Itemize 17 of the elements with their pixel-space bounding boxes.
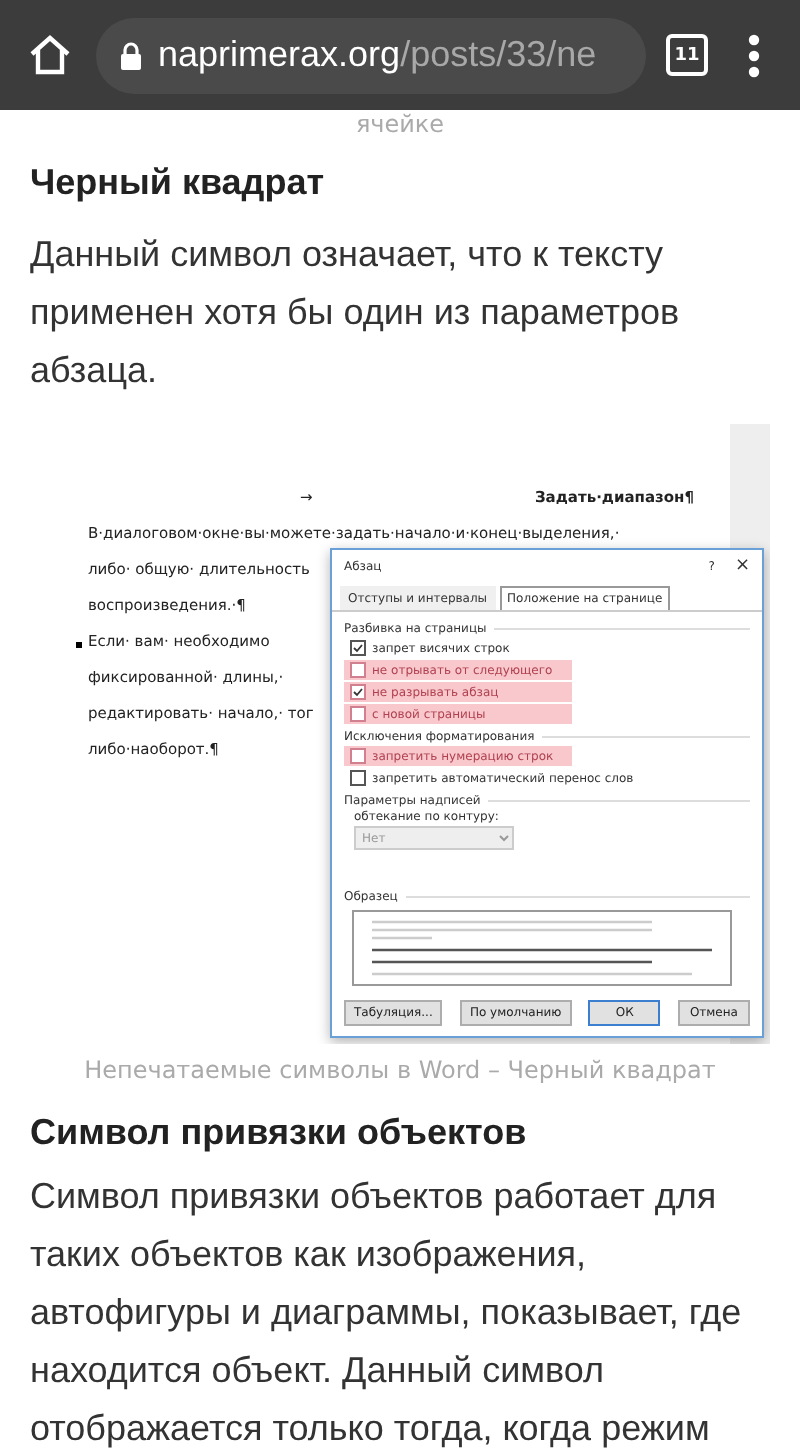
address-bar[interactable]: naprimerax.org/posts/33/ne	[96, 17, 646, 93]
caption-text: ячейке	[353, 110, 447, 138]
figure-caption: Непечатаемые символы в Word – Черный квадрат	[82, 1056, 718, 1084]
checkbox[interactable]	[350, 662, 366, 678]
paragraph: Данный символ означает, что к тексту применен хотя бы один из параметров абзаца.	[30, 232, 682, 394]
url-text: naprimerax.org/posts/33/ne	[158, 34, 597, 76]
checkbox[interactable]	[350, 640, 366, 656]
section-heading: Черный квадрат	[30, 160, 327, 206]
checkbox[interactable]	[350, 748, 366, 764]
section-heading: Символ привязки объектов	[30, 1110, 529, 1156]
checkbox[interactable]	[350, 770, 366, 786]
tab-count-button[interactable]: 11	[666, 34, 708, 76]
close-button[interactable]: ×	[734, 556, 750, 576]
paragraph: Символ привязки объектов работает для таких объектов как изображения, автофигуры и диаграммы, показывает, где находится объект. Данный символ отображается только тогда, когда режим	[30, 1174, 744, 1448]
checkbox[interactable]	[350, 706, 366, 722]
lock-icon	[120, 41, 142, 69]
checkbox[interactable]	[350, 684, 366, 700]
